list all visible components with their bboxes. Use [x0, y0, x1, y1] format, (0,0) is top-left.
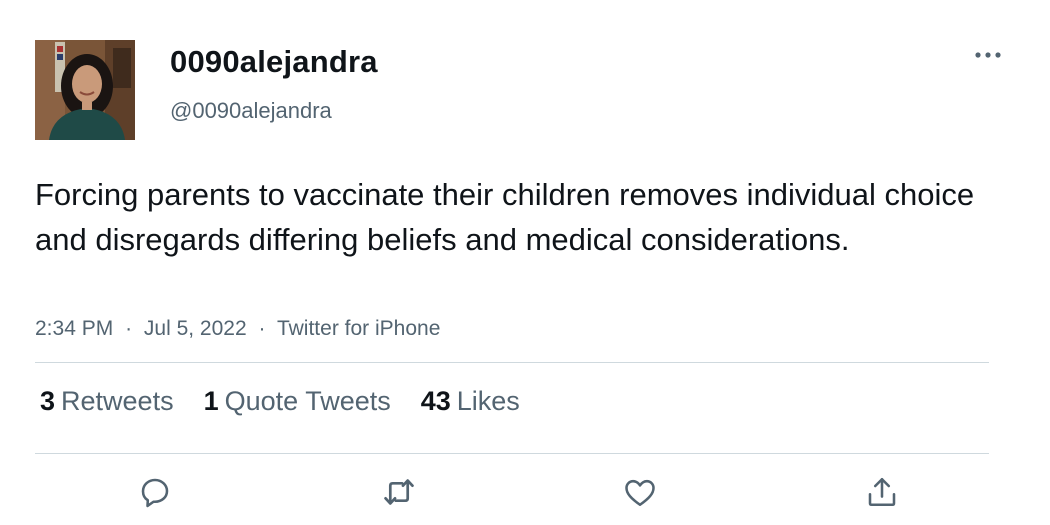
like-button[interactable] — [620, 474, 660, 514]
tweet-metadata: 2:34 PM · Jul 5, 2022 · Twitter for iPho… — [35, 317, 440, 341]
divider — [35, 362, 989, 363]
retweets-count: 3 — [40, 386, 56, 416]
heart-icon — [622, 474, 658, 515]
quote-tweets-stat[interactable]: 1 Quote Tweets — [204, 386, 391, 417]
avatar[interactable] — [35, 40, 135, 140]
likes-stat[interactable]: 43 Likes — [421, 386, 520, 417]
likes-count: 43 — [420, 386, 451, 416]
tweet-card: 0090alejandra @0090alejandra Forcing par… — [0, 0, 1050, 525]
retweets-label: Retweets — [61, 386, 174, 416]
more-horizontal-icon — [974, 46, 1002, 64]
tweet-time[interactable]: 2:34 PM — [35, 317, 113, 340]
reply-button[interactable] — [135, 474, 175, 514]
share-button[interactable] — [862, 474, 902, 514]
display-name[interactable]: 0090alejandra — [170, 44, 378, 80]
meta-separator: · — [125, 317, 133, 340]
divider — [35, 453, 989, 454]
more-options-button[interactable] — [968, 40, 1008, 70]
tweet-text: Forcing parents to vaccinate their child… — [35, 177, 975, 257]
tweet-stats: 3 Retweets 1 Quote Tweets 43 Likes — [40, 386, 550, 417]
reply-icon — [137, 474, 173, 515]
tweet-date[interactable]: Jul 5, 2022 — [144, 317, 247, 340]
retweets-stat[interactable]: 3 Retweets — [40, 386, 174, 417]
likes-label: Likes — [456, 386, 520, 416]
quote-tweets-label: Quote Tweets — [224, 386, 391, 416]
user-handle[interactable]: @0090alejandra — [170, 98, 332, 124]
quote-tweets-count: 1 — [203, 386, 219, 416]
tweet-source[interactable]: Twitter for iPhone — [277, 317, 440, 340]
retweet-icon — [380, 473, 418, 516]
meta-separator: · — [258, 317, 266, 340]
share-icon — [864, 474, 900, 515]
retweet-button[interactable] — [379, 474, 419, 514]
